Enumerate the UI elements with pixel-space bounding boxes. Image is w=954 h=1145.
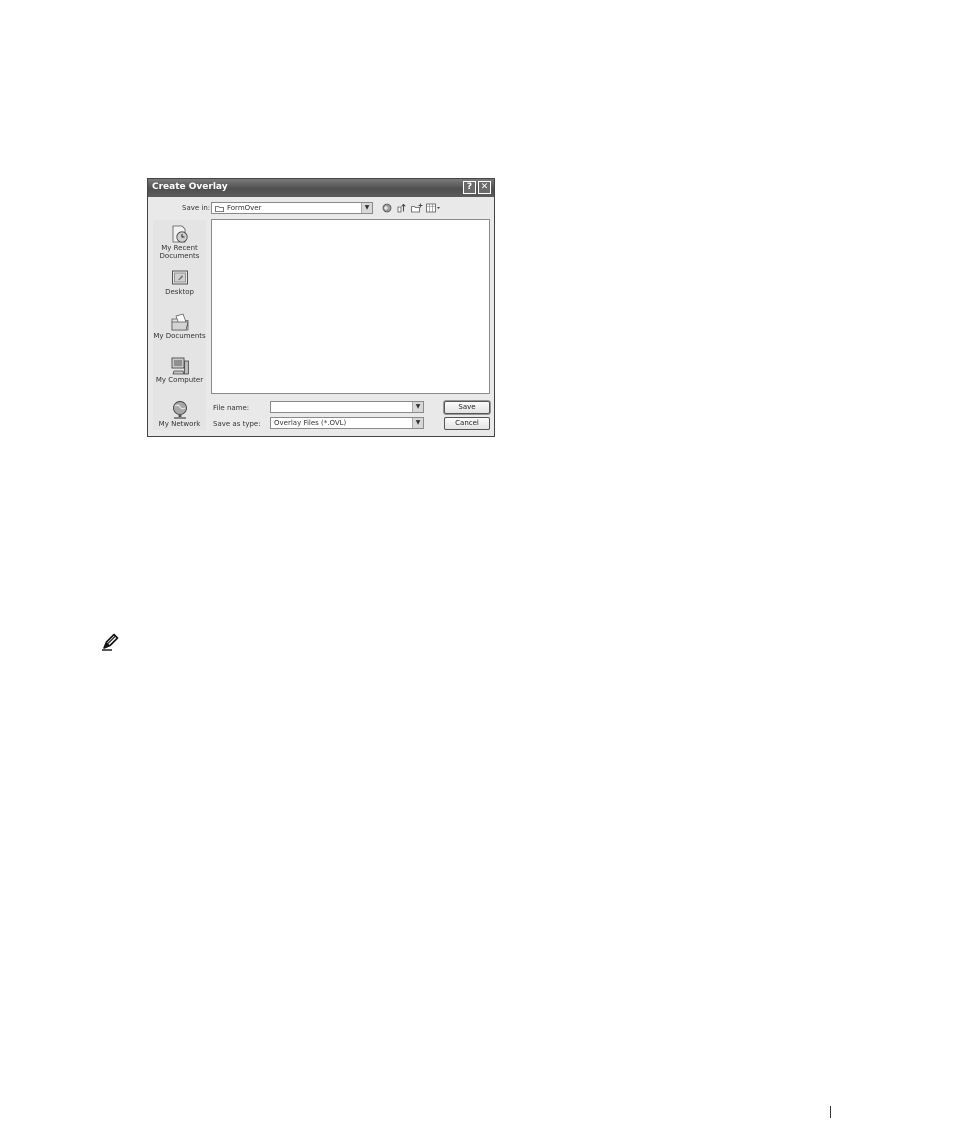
my-computer-icon: [171, 357, 189, 375]
place-my-documents[interactable]: My Documents: [153, 312, 206, 340]
places-bar: My Recent Documents Desktop My Documents: [153, 220, 206, 430]
back-icon[interactable]: [382, 203, 392, 213]
save-in-value: FormOver: [227, 204, 262, 212]
place-label-line: My Computer: [155, 376, 204, 384]
close-button[interactable]: ✕: [478, 181, 491, 194]
save-as-type-dropdown[interactable]: Overlay Files (*.OVL) ▼: [270, 417, 424, 429]
chevron-down-icon: ▼: [412, 402, 423, 412]
place-desktop[interactable]: Desktop: [153, 268, 206, 296]
file-name-field[interactable]: ▼: [270, 401, 424, 413]
save-in-dropdown[interactable]: FormOver ▼: [211, 202, 373, 214]
place-label-line: My Documents: [153, 332, 206, 340]
dialog-titlebar[interactable]: Create Overlay ? ✕: [148, 179, 494, 197]
save-in-label: Save in:: [182, 204, 211, 212]
recent-documents-icon: [172, 225, 188, 243]
place-my-recent-documents[interactable]: My Recent Documents: [153, 224, 206, 260]
dialog-title: Create Overlay: [152, 182, 228, 192]
new-folder-icon[interactable]: [411, 203, 423, 213]
save-as-type-value: Overlay Files (*.OVL): [274, 419, 347, 427]
place-label-line: Documents: [159, 252, 200, 260]
desktop-icon: [171, 270, 188, 285]
note-pencil-icon: [102, 633, 119, 651]
page-number-rule: [830, 1106, 831, 1118]
place-label-line: My Recent: [161, 244, 198, 252]
file-list-view[interactable]: [211, 219, 490, 394]
views-menu-icon[interactable]: [426, 203, 441, 213]
chevron-down-icon: ▼: [361, 203, 372, 213]
create-overlay-dialog: Create Overlay ? ✕ Save in: FormOver ▼ M…: [147, 178, 495, 437]
help-button[interactable]: ?: [463, 181, 476, 194]
chevron-down-icon: ▼: [412, 418, 423, 428]
save-as-type-label: Save as type:: [213, 420, 261, 428]
place-label-line: Desktop: [165, 288, 194, 296]
place-my-computer[interactable]: My Computer: [153, 356, 206, 384]
place-label-line: My Network: [158, 420, 201, 428]
cancel-button[interactable]: Cancel: [444, 417, 490, 430]
up-folder-icon[interactable]: [397, 203, 407, 213]
file-name-label: File name:: [213, 404, 250, 412]
my-documents-icon: [171, 313, 189, 331]
folder-icon: [215, 206, 224, 212]
save-button[interactable]: Save: [443, 400, 491, 415]
place-my-network[interactable]: My Network: [153, 400, 206, 428]
my-network-icon: [172, 401, 187, 419]
